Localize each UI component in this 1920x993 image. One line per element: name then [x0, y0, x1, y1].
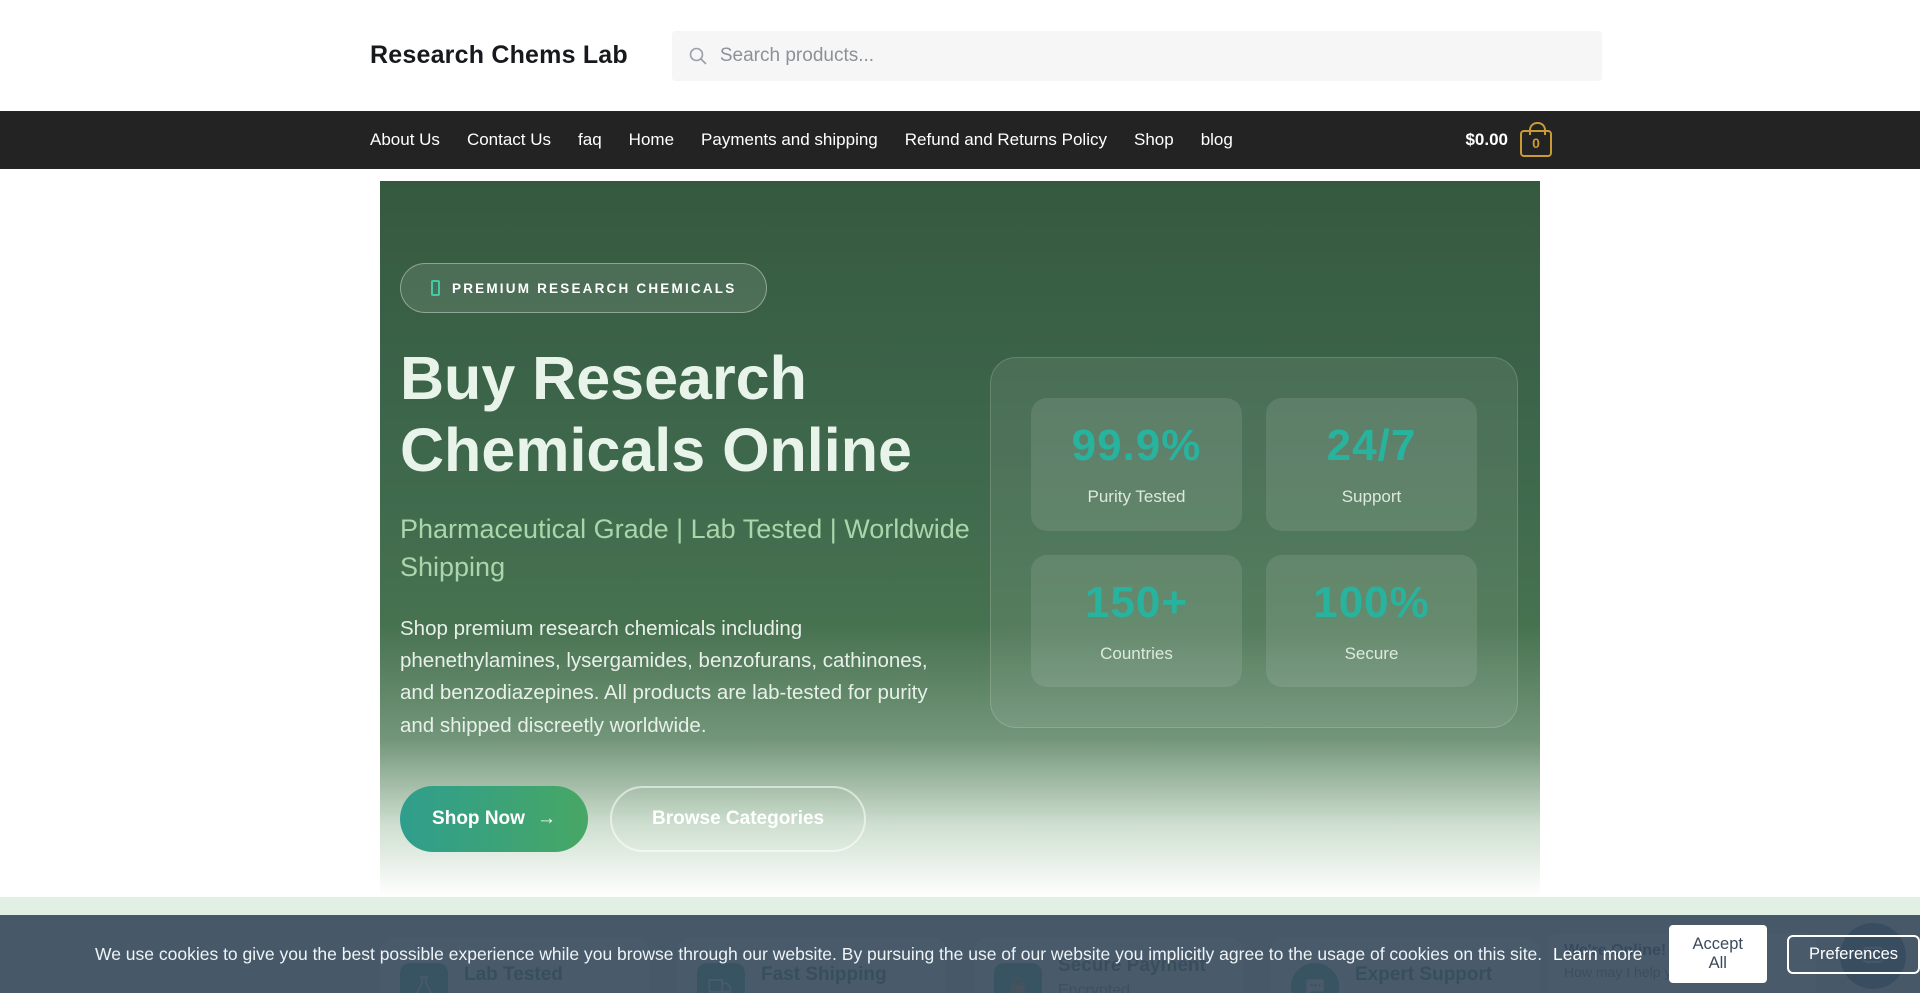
hero-badge-label: PREMIUM RESEARCH CHEMICALS — [452, 281, 736, 296]
arrow-right-icon: → — [537, 808, 556, 830]
hero-subtitle: Pharmaceutical Grade | Lab Tested | Worl… — [400, 511, 980, 587]
nav-item-home[interactable]: Home — [629, 130, 674, 150]
hero-cta-row: Shop Now → Browse Categories — [400, 786, 1540, 852]
cart-button[interactable]: $0.00 0 — [1465, 124, 1552, 157]
nav-links: About Us Contact Us faq Home Payments an… — [370, 130, 1233, 150]
cart-total: $0.00 — [1465, 130, 1508, 150]
stat-label: Countries — [1100, 644, 1173, 664]
flask-glyph-icon — [431, 280, 440, 296]
cookie-banner: We use cookies to give you the best poss… — [0, 915, 1920, 993]
hero-section: PREMIUM RESEARCH CHEMICALS Buy Research … — [380, 181, 1540, 897]
search-input[interactable] — [720, 45, 1586, 67]
nav-item-about[interactable]: About Us — [370, 130, 440, 150]
stat-card-support: 24/7 Support — [1266, 398, 1477, 531]
nav-item-refund[interactable]: Refund and Returns Policy — [905, 130, 1107, 150]
hero-title: Buy Research Chemicals Online — [400, 343, 970, 487]
stat-card-countries: 150+ Countries — [1031, 555, 1242, 688]
cookie-message-text: We use cookies to give you the best poss… — [95, 944, 1542, 964]
stat-card-secure: 100% Secure — [1266, 555, 1477, 688]
nav-item-faq[interactable]: faq — [578, 130, 602, 150]
search-bar[interactable] — [672, 31, 1602, 81]
nav-item-shop[interactable]: Shop — [1134, 130, 1174, 150]
stat-value: 150+ — [1085, 578, 1188, 628]
cart-bag-icon: 0 — [1520, 130, 1552, 157]
stats-panel: 99.9% Purity Tested 24/7 Support 150+ Co… — [990, 357, 1518, 728]
stat-label: Purity Tested — [1088, 487, 1186, 507]
nav-item-payments[interactable]: Payments and shipping — [701, 130, 878, 150]
search-icon — [688, 46, 708, 66]
nav-item-contact[interactable]: Contact Us — [467, 130, 551, 150]
cookie-accept-button[interactable]: Accept All — [1669, 925, 1768, 983]
cookie-learn-more-link[interactable]: Learn more — [1553, 944, 1643, 964]
site-logo[interactable]: Research Chems Lab — [370, 41, 628, 70]
cart-count-badge: 0 — [1532, 135, 1540, 151]
stat-value: 24/7 — [1327, 421, 1417, 471]
stat-value: 100% — [1313, 578, 1430, 628]
nav-item-blog[interactable]: blog — [1201, 130, 1233, 150]
stat-label: Secure — [1345, 644, 1399, 664]
hero-description: Shop premium research chemicals includin… — [400, 613, 940, 743]
site-header: Research Chems Lab — [0, 0, 1920, 111]
stat-value: 99.9% — [1072, 421, 1202, 471]
hero-badge: PREMIUM RESEARCH CHEMICALS — [400, 263, 767, 313]
cookie-preferences-button[interactable]: Preferences — [1787, 935, 1920, 974]
stat-label: Support — [1342, 487, 1402, 507]
browse-categories-button[interactable]: Browse Categories — [610, 786, 866, 852]
shop-now-label: Shop Now — [432, 808, 525, 830]
main-nav: About Us Contact Us faq Home Payments an… — [0, 111, 1920, 169]
cookie-message: We use cookies to give you the best poss… — [95, 944, 1643, 965]
shop-now-button[interactable]: Shop Now → — [400, 786, 588, 852]
stat-card-purity: 99.9% Purity Tested — [1031, 398, 1242, 531]
